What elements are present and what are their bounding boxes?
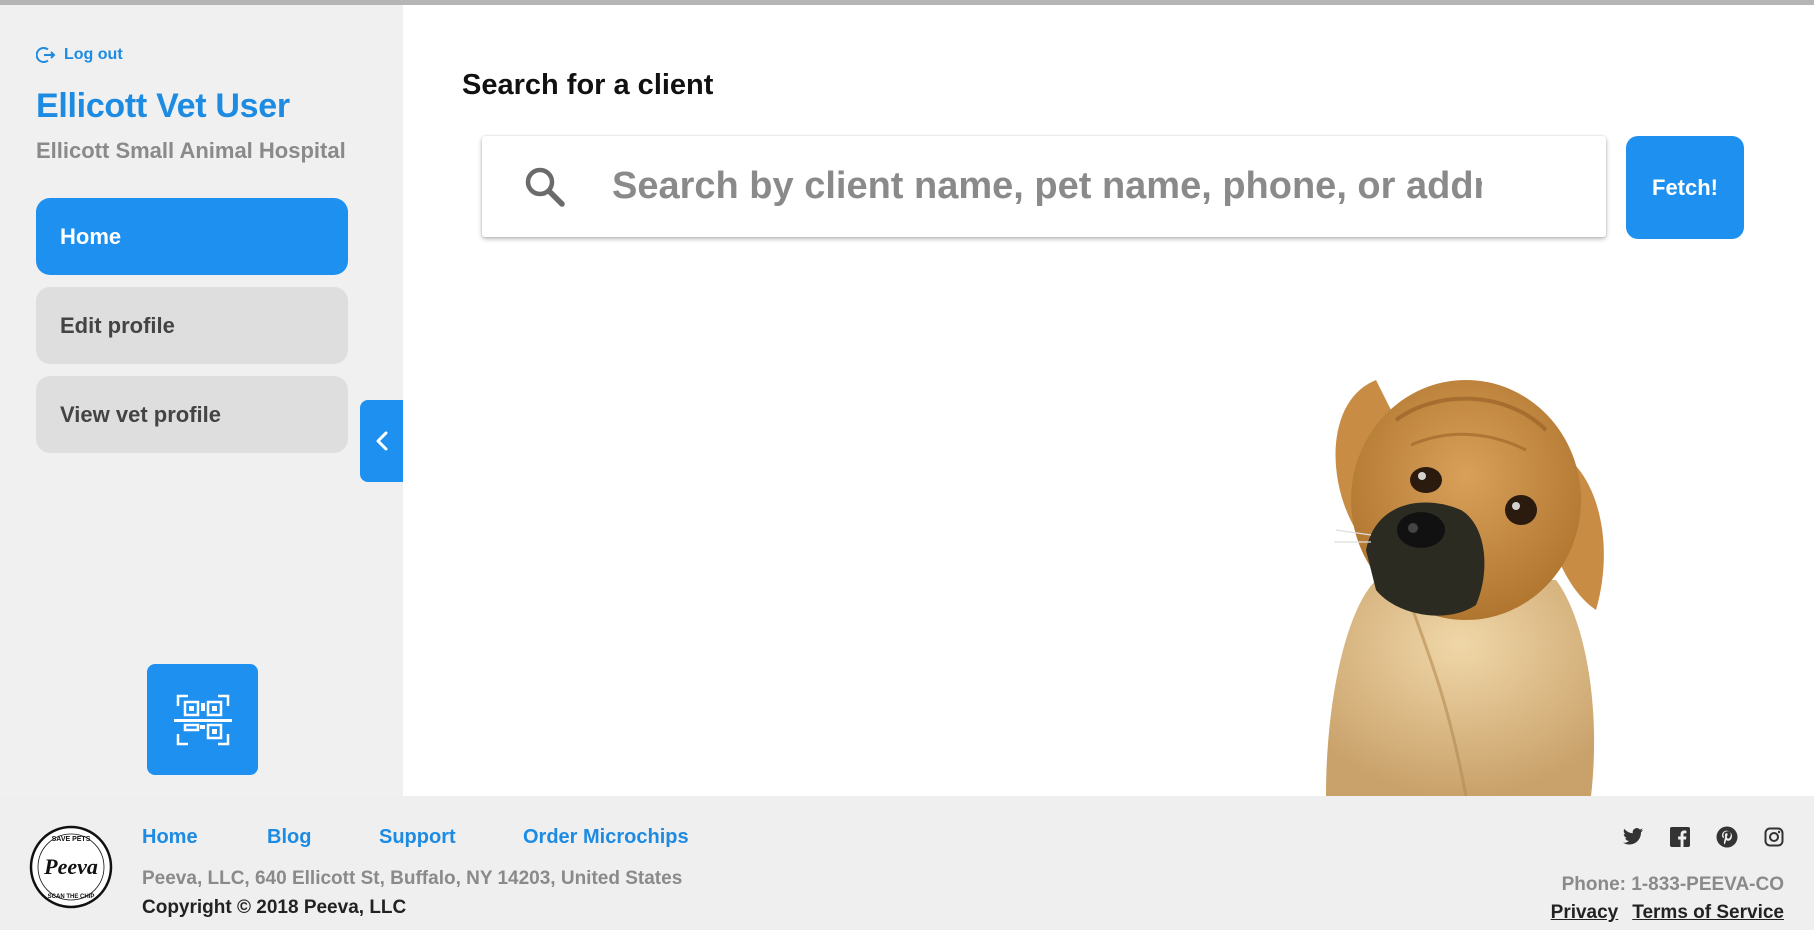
qr-scan-icon xyxy=(173,694,232,745)
nav-edit-profile-button[interactable]: Edit profile xyxy=(36,287,348,364)
sidebar: Log out Ellicott Vet User Ellicott Small… xyxy=(0,5,403,796)
main-content: Search for a client Fetch! xyxy=(403,5,1814,796)
footer-address: Peeva, LLC, 640 Ellicott St, Buffalo, NY… xyxy=(142,868,683,889)
fetch-button[interactable]: Fetch! xyxy=(1626,136,1744,239)
svg-text:Peeva: Peeva xyxy=(43,854,98,879)
search-box xyxy=(482,136,1606,237)
chevron-left-icon xyxy=(376,431,387,451)
privacy-link[interactable]: Privacy xyxy=(1551,902,1619,924)
terms-of-service-link[interactable]: Terms of Service xyxy=(1632,902,1784,924)
footer: SAVE PETS Peeva SCAN THE CHIP Home Blog … xyxy=(0,796,1814,930)
logout-link[interactable]: Log out xyxy=(36,45,123,65)
footer-link-blog[interactable]: Blog xyxy=(267,826,379,849)
twitter-icon[interactable] xyxy=(1622,827,1644,852)
logout-icon xyxy=(36,47,56,63)
footer-phone: Phone: 1-833-PEEVA-CO xyxy=(1561,874,1784,895)
peeva-logo[interactable]: SAVE PETS Peeva SCAN THE CHIP xyxy=(28,824,114,910)
nav-home-button[interactable]: Home xyxy=(36,198,348,275)
footer-link-support[interactable]: Support xyxy=(379,826,523,849)
footer-copyright: Copyright © 2018 Peeva, LLC xyxy=(142,897,407,918)
social-links xyxy=(1622,826,1784,853)
svg-text:SCAN THE CHIP: SCAN THE CHIP xyxy=(48,894,95,900)
footer-legal-links: Privacy Terms of Service xyxy=(1551,902,1784,924)
footer-link-home[interactable]: Home xyxy=(142,826,267,849)
pinterest-icon[interactable] xyxy=(1716,826,1738,853)
client-search-input[interactable] xyxy=(612,136,1482,237)
search-title: Search for a client xyxy=(462,69,714,101)
footer-link-order-microchips[interactable]: Order Microchips xyxy=(523,826,689,849)
facebook-icon[interactable] xyxy=(1670,827,1690,852)
svg-text:SAVE PETS: SAVE PETS xyxy=(52,836,91,843)
logout-label: Log out xyxy=(64,46,123,63)
search-icon xyxy=(525,167,565,207)
puppy-photo xyxy=(1326,380,1604,796)
instagram-icon[interactable] xyxy=(1764,827,1784,852)
footer-links: Home Blog Support Order Microchips xyxy=(142,826,689,849)
nav-view-vet-profile-button[interactable]: View vet profile xyxy=(36,376,348,453)
qr-scan-button[interactable] xyxy=(147,664,258,775)
user-name: Ellicott Vet User xyxy=(36,87,290,125)
collapse-sidebar-button[interactable] xyxy=(360,400,403,482)
clinic-name: Ellicott Small Animal Hospital xyxy=(36,138,346,163)
